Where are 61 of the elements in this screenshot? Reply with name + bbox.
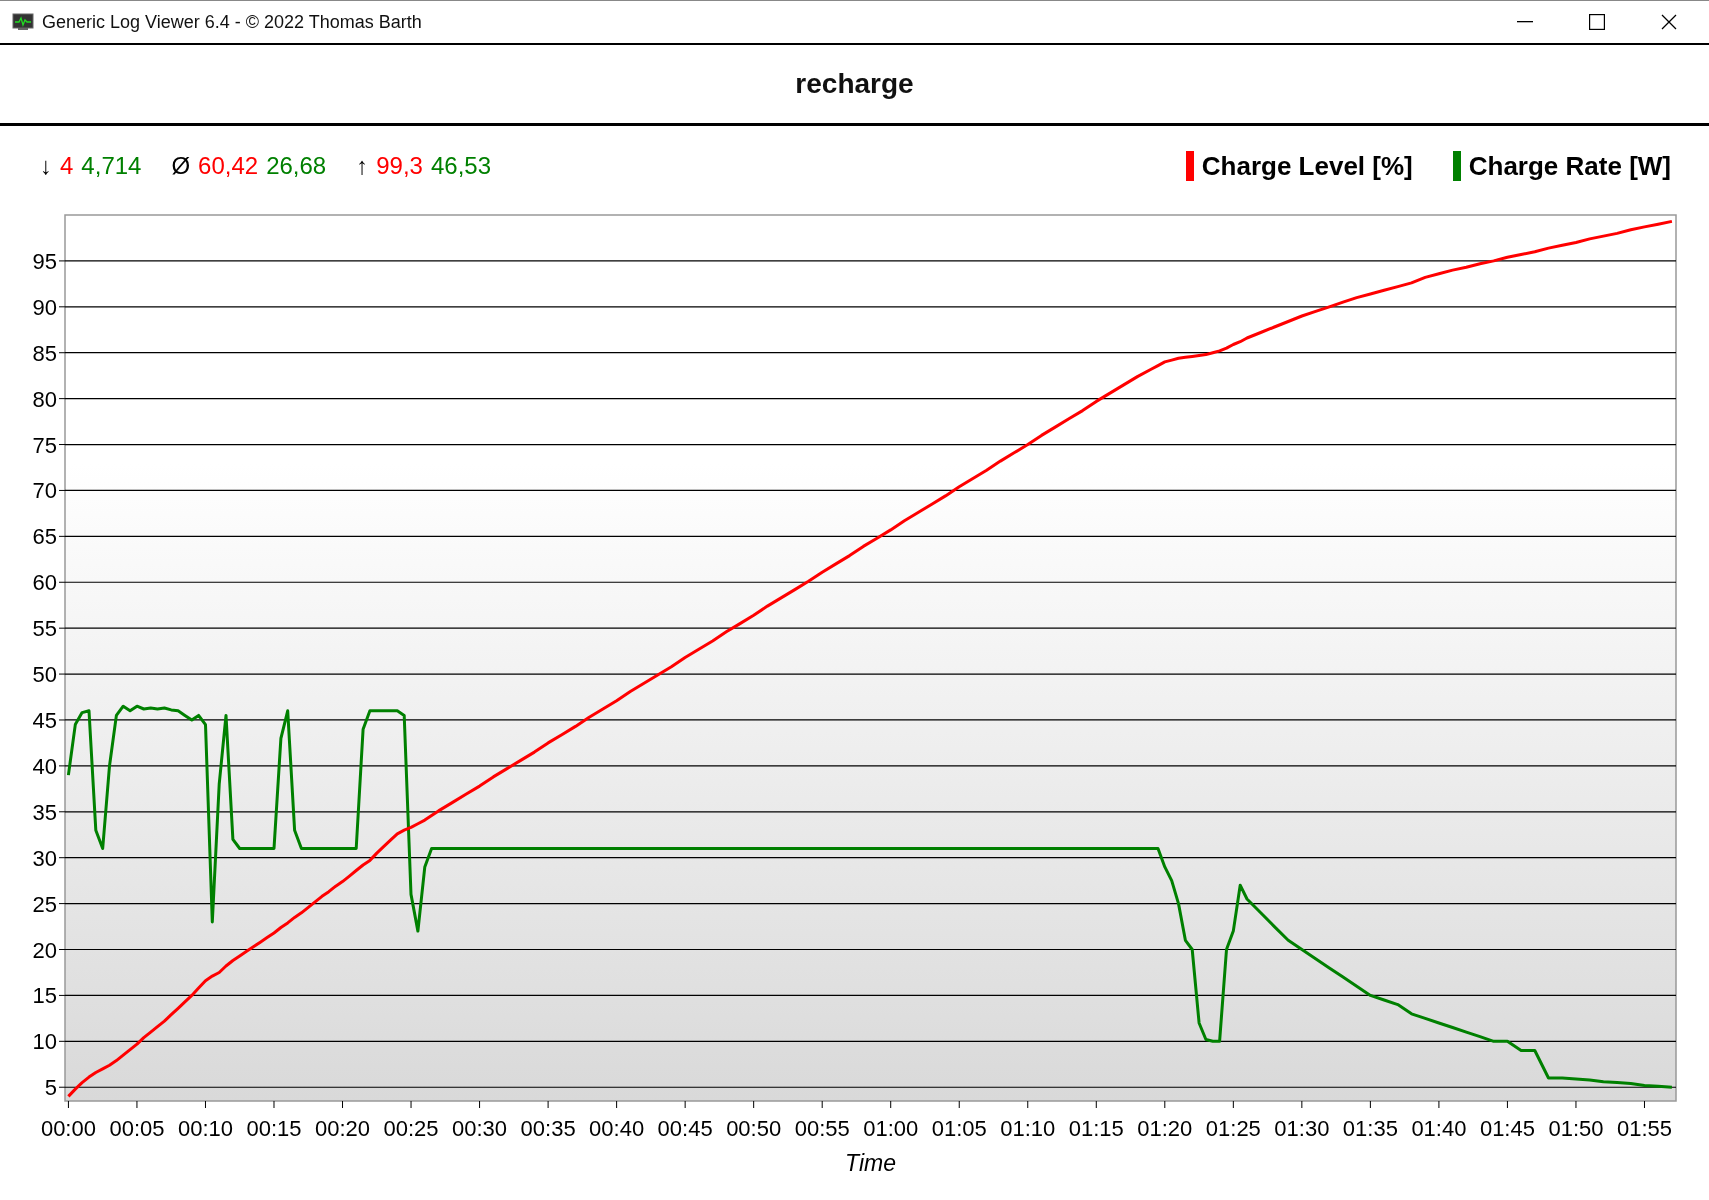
legend-label: Charge Rate [W] [1468,150,1671,182]
axis-tick-label: 01:15 [1068,1116,1124,1141]
minimize-icon [1517,21,1533,23]
axis-tick-label: 01:50 [1548,1116,1604,1141]
axis-tick-label: 00:00 [40,1116,96,1141]
monitor-icon [12,13,34,31]
stat-value: 26,68 [266,152,327,180]
axis-tick-label: 80 [32,386,57,412]
axis-tick-label: 00:30 [452,1116,508,1141]
axis-tick-label: 95 [32,248,57,274]
axis-tick-label: 90 [32,294,57,320]
axis-tick-label: 01:20 [1137,1116,1193,1141]
axis-tick-label: 01:10 [1000,1116,1056,1141]
maximize-icon [1589,14,1605,30]
axis-tick-label: 00:10 [177,1116,233,1141]
axis-tick-label: 10 [32,1029,57,1055]
stat-value: 4,714 [81,152,142,180]
axis-tick-label: 01:30 [1274,1116,1330,1141]
axis-tick-label: 40 [32,753,57,779]
axis-tick-label: 00:40 [589,1116,645,1141]
axis-tick-label: 01:40 [1411,1116,1467,1141]
axis-tick-label: 60 [32,570,57,596]
axis-tick-label: 85 [32,340,57,366]
axis-tick-label: 45 [32,707,57,733]
stat-value: 4 [60,152,74,180]
axis-tick-label: 30 [32,845,57,871]
stat-value: 99,3 [376,152,423,180]
axis-tick-label: 00:50 [726,1116,782,1141]
axis-tick-label: 01:25 [1205,1116,1261,1141]
axis-title: Time [845,1150,896,1176]
axis-tick-label: 01:55 [1616,1116,1672,1141]
axis-tick-label: 01:45 [1479,1116,1535,1141]
axis-tick-label: 5 [44,1075,57,1101]
stat-value: 46,53 [430,152,491,180]
stat-symbol: ↑ [356,152,369,180]
stat-value: 60,42 [198,152,259,180]
axis-tick-label: 70 [32,478,57,504]
axis-tick-label: 55 [32,616,57,642]
axis-tick-label: 01:35 [1342,1116,1398,1141]
axis-tick-label: 00:05 [109,1116,165,1141]
window-title: Generic Log Viewer 6.4 - © 2022 Thomas Barth [42,11,423,33]
axis-tick-label: 00:15 [246,1116,302,1141]
axis-tick-label: 35 [32,799,57,825]
axis-tick-label: 01:00 [863,1116,919,1141]
chart-title: recharge [795,68,914,100]
axis-tick-label: 15 [32,983,57,1009]
axis-tick-label: 00:35 [520,1116,576,1141]
axis-tick-label: 00:55 [794,1116,850,1141]
axis-tick-label: 65 [32,524,57,550]
axis-tick-label: 25 [32,891,57,917]
stat-symbol: ↓ [40,152,52,180]
legend-label: Charge Level [%] [1201,150,1413,182]
axis-tick-label: 00:20 [315,1116,371,1141]
axis-tick-label: 20 [32,937,57,963]
axis-tick-label: 75 [32,432,57,458]
axis-tick-label: 00:45 [657,1116,713,1141]
axis-tick-label: 01:05 [931,1116,987,1141]
close-icon [1661,14,1677,30]
axis-tick-label: 00:25 [383,1116,439,1141]
axis-tick-label: 50 [32,662,57,688]
stat-symbol: Ø [171,152,191,180]
